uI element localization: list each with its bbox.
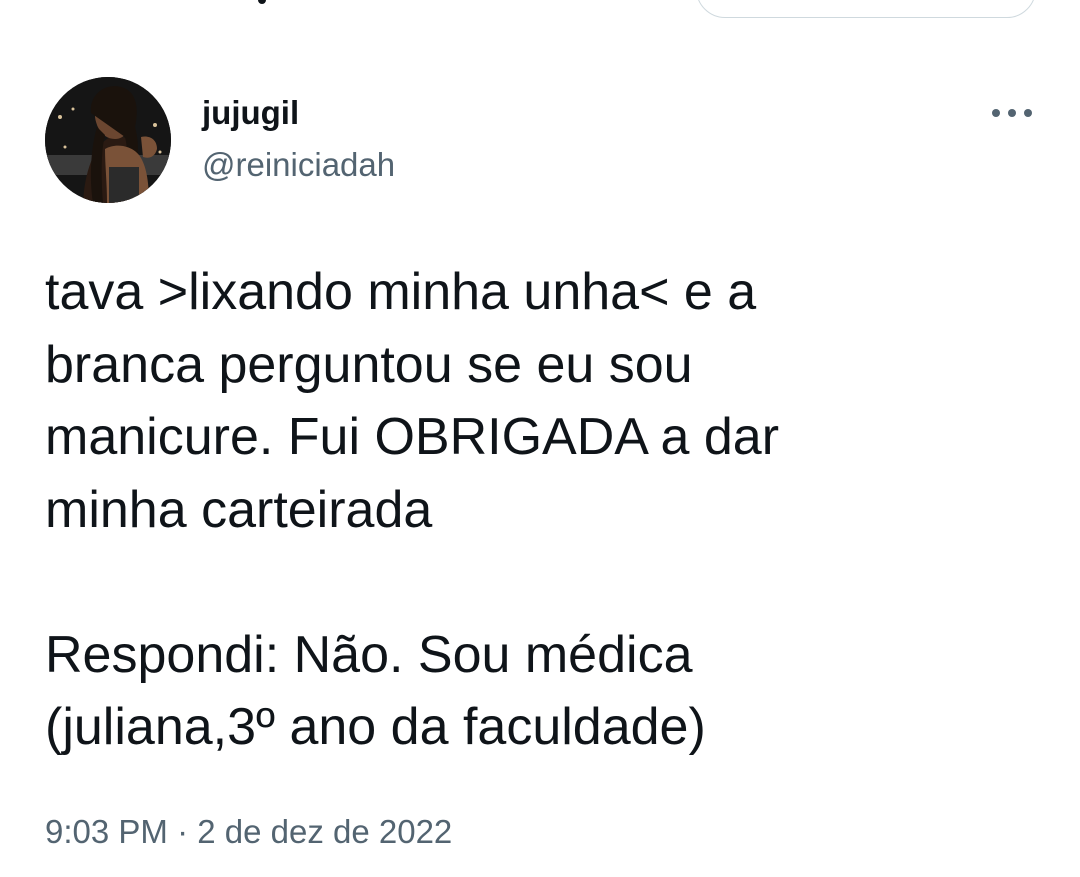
tweet-timestamp[interactable]: 9:03 PM · 2 de dez de 2022 bbox=[45, 810, 452, 854]
author-display-name[interactable]: jujugil bbox=[202, 93, 299, 133]
tweet-line: manicure. Fui OBRIGADA a dar bbox=[45, 408, 780, 466]
tweet-text: tava >lixando minha unha< e a branca per… bbox=[45, 256, 1045, 764]
more-horizontal-icon bbox=[992, 109, 1032, 117]
avatar-photo bbox=[45, 77, 171, 203]
avatar[interactable] bbox=[45, 77, 171, 203]
follow-button[interactable] bbox=[696, 0, 1036, 18]
tweet-line: Respondi: Não. Sou médica bbox=[45, 625, 693, 684]
tweet-line: (juliana,3º ano da faculdade) bbox=[45, 698, 706, 756]
top-edge-dot bbox=[258, 0, 266, 4]
author-handle[interactable]: @reiniciadah bbox=[202, 145, 395, 185]
tweet-line: branca perguntou se eu sou bbox=[45, 335, 693, 394]
tweet-line: minha carteirada bbox=[45, 480, 433, 539]
tweet-line: tava >lixando minha unha< e a bbox=[45, 263, 757, 321]
more-button[interactable] bbox=[990, 103, 1034, 123]
